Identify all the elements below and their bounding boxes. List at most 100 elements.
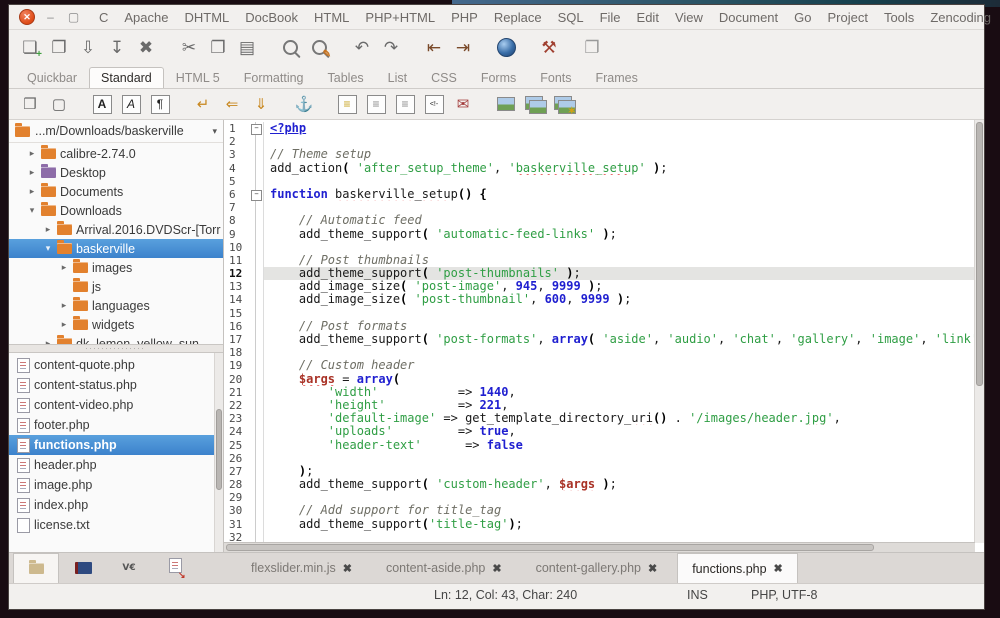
fold-collapse-icon[interactable]: −: [251, 190, 262, 201]
toolbar-tab-quickbar[interactable]: Quickbar: [15, 67, 89, 88]
file-item-content-status-php[interactable]: content-status.php: [9, 375, 223, 395]
editor-vertical-scrollbar[interactable]: [974, 120, 984, 543]
unindent-button[interactable]: ⇤: [421, 34, 447, 60]
menu-zencoding[interactable]: Zencoding: [922, 10, 999, 25]
undo-button[interactable]: ↶: [349, 34, 375, 60]
document-tab-flexslider-min-js[interactable]: flexslider.min.js✖: [237, 553, 366, 583]
menu-php[interactable]: PHP: [443, 10, 486, 25]
tree-item-widgets[interactable]: ▸widgets: [9, 315, 223, 334]
indent-button[interactable]: ⇥: [450, 34, 476, 60]
toolbar-tab-css[interactable]: CSS: [419, 67, 469, 88]
tree-item-js[interactable]: js: [9, 277, 223, 296]
cut-button[interactable]: ✂: [176, 34, 202, 60]
anchor-button[interactable]: ⚓: [291, 91, 317, 117]
copy-button[interactable]: ❐: [205, 34, 231, 60]
file-item-index-php[interactable]: index.php: [9, 495, 223, 515]
file-item-license-txt[interactable]: license.txt: [9, 515, 223, 535]
tree-item-dk-lemon-yellow-sun[interactable]: ▸dk_lemon_yellow_sun: [9, 334, 223, 344]
menu-php-html[interactable]: PHP+HTML: [357, 10, 443, 25]
menu-c[interactable]: C: [91, 10, 116, 25]
preferences-button[interactable]: ⚒: [536, 34, 562, 60]
tree-item-desktop[interactable]: ▸Desktop: [9, 163, 223, 182]
right-justify-button[interactable]: ≡: [392, 91, 418, 117]
paste-button[interactable]: ▤: [234, 34, 260, 60]
menu-go[interactable]: Go: [786, 10, 819, 25]
tree-item-baskerville[interactable]: ▾baskerville: [9, 239, 223, 258]
insert-image-button[interactable]: [493, 91, 519, 117]
open-file-button[interactable]: ❐: [46, 34, 72, 60]
maximize-button[interactable]: ▢: [66, 10, 81, 25]
tree-item-images[interactable]: ▸images: [9, 258, 223, 277]
document-tab-content-aside-php[interactable]: content-aside.php✖: [372, 553, 516, 583]
paragraph-button[interactable]: ¶: [147, 91, 173, 117]
menu-html[interactable]: HTML: [306, 10, 357, 25]
quickstart-button[interactable]: ❒: [17, 91, 43, 117]
file-list-scrollbar-thumb[interactable]: [216, 409, 222, 491]
minimize-button[interactable]: –: [43, 10, 58, 25]
save-as-button[interactable]: ↧: [104, 34, 130, 60]
break-clear-button[interactable]: ⇐: [219, 91, 245, 117]
italic-button[interactable]: A: [118, 91, 144, 117]
file-browser-tab[interactable]: [13, 553, 59, 583]
expander-icon[interactable]: ▸: [43, 224, 53, 235]
expander-icon[interactable]: ▸: [27, 148, 37, 159]
thumbnail-button[interactable]: [522, 91, 548, 117]
reference-tab[interactable]: [61, 553, 105, 583]
menu-docbook[interactable]: DocBook: [237, 10, 306, 25]
toolbar-tab-list[interactable]: List: [376, 67, 419, 88]
non-breaking-space-button[interactable]: ⇓: [248, 91, 274, 117]
toolbar-tab-formatting[interactable]: Formatting: [232, 67, 316, 88]
expander-icon[interactable]: ▸: [59, 262, 69, 273]
toolbar-tab-html-5[interactable]: HTML 5: [164, 67, 232, 88]
detach-window-button[interactable]: ❐: [579, 34, 605, 60]
file-item-functions-php[interactable]: functions.php: [9, 435, 223, 455]
view-in-browser-button[interactable]: [493, 34, 519, 60]
menu-tools[interactable]: Tools: [876, 10, 922, 25]
new-file-button[interactable]: ❏+: [17, 34, 43, 60]
menu-dhtml[interactable]: DHTML: [176, 10, 237, 25]
expander-icon[interactable]: ▸: [59, 319, 69, 330]
directory-selector[interactable]: ...m/Downloads/baskerville ▾: [9, 120, 223, 143]
document-tab-functions-php[interactable]: functions.php✖: [677, 553, 798, 583]
close-button[interactable]: ✕: [19, 9, 35, 25]
center-button[interactable]: ≡: [363, 91, 389, 117]
editor-horizontal-scrollbar[interactable]: [224, 542, 975, 552]
find-replace-button[interactable]: ✎: [306, 34, 332, 60]
email-button[interactable]: ✉: [450, 91, 476, 117]
toolbar-tab-tables[interactable]: Tables: [316, 67, 376, 88]
save-button[interactable]: ⇩: [75, 34, 101, 60]
expander-icon[interactable]: ▸: [59, 300, 69, 311]
toolbar-tab-forms[interactable]: Forms: [469, 67, 528, 88]
file-item-content-quote-php[interactable]: content-quote.php: [9, 355, 223, 375]
multi-thumbnail-button[interactable]: ✶: [551, 91, 577, 117]
heading-button[interactable]: ≡: [334, 91, 360, 117]
close-document-button[interactable]: ✖: [133, 34, 159, 60]
redo-button[interactable]: ↷: [378, 34, 404, 60]
file-item-image-php[interactable]: image.php: [9, 475, 223, 495]
tree-item-documents[interactable]: ▸Documents: [9, 182, 223, 201]
file-item-header-php[interactable]: header.php: [9, 455, 223, 475]
close-tab-icon[interactable]: ✖: [648, 562, 657, 575]
close-tab-icon[interactable]: ✖: [492, 562, 501, 575]
menu-replace[interactable]: Replace: [486, 10, 550, 25]
expander-icon[interactable]: ▾: [43, 243, 53, 254]
menu-document[interactable]: Document: [711, 10, 786, 25]
close-tab-icon[interactable]: ✖: [774, 562, 783, 575]
charmap-tab[interactable]: V€: [107, 553, 151, 583]
tree-item-arrival-2016-dvdscr-torr[interactable]: ▸Arrival.2016.DVDScr-[Torr: [9, 220, 223, 239]
toolbar-tab-fonts[interactable]: Fonts: [528, 67, 583, 88]
menu-view[interactable]: View: [667, 10, 711, 25]
file-list-scrollbar[interactable]: [214, 353, 223, 552]
comment-button[interactable]: <!-: [421, 91, 447, 117]
editor-hscroll-thumb[interactable]: [226, 544, 874, 551]
tree-item-downloads[interactable]: ▾Downloads: [9, 201, 223, 220]
body-button[interactable]: ▢: [46, 91, 72, 117]
expander-icon[interactable]: ▸: [27, 167, 37, 178]
menu-apache[interactable]: Apache: [116, 10, 176, 25]
close-tab-icon[interactable]: ✖: [343, 562, 352, 575]
file-item-content-video-php[interactable]: content-video.php: [9, 395, 223, 415]
editor-vscroll-thumb[interactable]: [976, 122, 983, 386]
snippets-tab[interactable]: ↘: [153, 553, 197, 583]
tree-item-languages[interactable]: ▸languages: [9, 296, 223, 315]
break-button[interactable]: ↵: [190, 91, 216, 117]
